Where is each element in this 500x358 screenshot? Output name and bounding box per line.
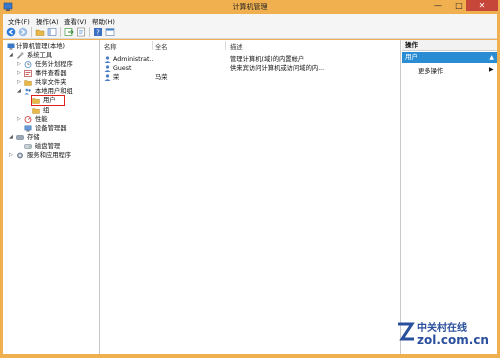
show-tree-icon[interactable] xyxy=(47,27,57,37)
title-bar[interactable]: 计算机管理 — □ ✕ xyxy=(0,0,500,14)
storage-icon xyxy=(16,135,24,140)
computer-management-window: 计算机管理 — □ ✕ 文件(F) 操作(A) 查看(V) 帮助(H) ? 计算… xyxy=(0,0,500,358)
column-divider[interactable] xyxy=(225,41,226,50)
user-row[interactable]: Guest 供来宾访问计算机或访问域的内... xyxy=(101,64,401,73)
clock-icon xyxy=(24,61,32,68)
groups-folder-icon xyxy=(32,108,40,114)
user-name: Guest xyxy=(113,65,132,72)
tree-label: 组 xyxy=(43,107,50,114)
actions-section-users[interactable]: 用户 ▲ xyxy=(402,52,497,63)
toolbar-separator xyxy=(89,27,90,37)
back-arrow-icon[interactable] xyxy=(6,27,16,37)
users-groups-icon xyxy=(24,88,31,95)
main-content: 计算机管理(本地) ◢ 系统工具 ▷ 任务计划程序 ▷ 事件查看器 ▷ 共享文件 xyxy=(3,40,497,354)
user-description: 供来宾访问计算机或访问域的内... xyxy=(230,65,325,72)
tree-label: 设备管理器 xyxy=(35,125,67,132)
user-fullname: 马荣 xyxy=(155,74,168,81)
console-icon[interactable] xyxy=(105,27,115,37)
more-actions-link[interactable]: 更多操作 xyxy=(418,66,443,75)
user-icon xyxy=(104,74,111,81)
tree-label: 任务计划程序 xyxy=(35,61,73,68)
computer-management-icon xyxy=(7,43,15,50)
actions-section-label: 用户 xyxy=(405,53,418,61)
collapse-arrow-icon[interactable]: ◢ xyxy=(9,51,15,60)
expand-arrow-icon[interactable]: ▷ xyxy=(17,60,23,69)
column-divider[interactable] xyxy=(152,41,153,50)
minimize-button[interactable]: — xyxy=(428,0,448,11)
collapse-arrow-icon[interactable]: ◢ xyxy=(9,133,15,142)
navigation-tree: 计算机管理(本地) ◢ 系统工具 ▷ 任务计划程序 ▷ 事件查看器 ▷ 共享文件 xyxy=(3,40,100,354)
tree-label: 系统工具 xyxy=(27,52,53,59)
selection-highlight xyxy=(31,95,65,106)
toolbar-separator xyxy=(31,27,32,37)
submenu-arrow-icon[interactable]: ▶ xyxy=(489,66,494,73)
expand-arrow-icon[interactable]: ▷ xyxy=(17,115,23,124)
tree-label: 服务和应用程序 xyxy=(27,152,72,159)
services-icon xyxy=(17,152,23,159)
forward-arrow-icon[interactable] xyxy=(18,27,28,37)
user-row[interactable]: 荣 马荣 xyxy=(101,73,401,82)
event-viewer-icon xyxy=(24,70,32,77)
window-title: 计算机管理 xyxy=(232,3,268,11)
menu-help[interactable]: 帮助(H) xyxy=(92,16,115,26)
shared-folder-icon xyxy=(24,80,32,86)
toolbar-separator xyxy=(60,27,61,37)
tree-label: 性能 xyxy=(35,116,48,123)
user-name: 荣 xyxy=(113,74,120,81)
device-manager-icon xyxy=(24,125,32,132)
menu-view[interactable]: 查看(V) xyxy=(64,16,87,26)
zol-logo-icon xyxy=(398,322,415,341)
disk-icon xyxy=(24,144,32,149)
svg-text:?: ? xyxy=(96,29,100,37)
performance-icon xyxy=(24,116,32,123)
export-icon[interactable] xyxy=(64,27,74,37)
watermark-line1: 中关村在线 xyxy=(417,323,467,334)
column-header-name[interactable]: 名称 xyxy=(104,42,117,51)
actions-header: 操作 xyxy=(402,40,497,51)
expand-arrow-icon[interactable]: ▷ xyxy=(17,69,23,78)
user-name: Administrat... xyxy=(113,56,153,63)
user-icon xyxy=(104,65,111,72)
close-button[interactable]: ✕ xyxy=(466,0,498,11)
user-list-pane: 名称 全名 描述 Administrat... 管理计算机(域)的内置帐户 Gu… xyxy=(101,40,401,354)
zol-watermark: 中关村在线 zol.com.cn xyxy=(394,318,498,356)
user-icon xyxy=(104,56,111,63)
tree-label: 事件查看器 xyxy=(35,70,67,77)
collapse-up-icon[interactable]: ▲ xyxy=(489,52,494,63)
toolbar: ? xyxy=(3,25,497,39)
help-icon[interactable]: ? xyxy=(93,27,103,37)
menu-action[interactable]: 操作(A) xyxy=(36,16,59,26)
menu-file[interactable]: 文件(F) xyxy=(8,16,30,26)
menu-bar: 文件(F) 操作(A) 查看(V) 帮助(H) xyxy=(3,14,497,26)
watermark-line2: zol.com.cn xyxy=(417,333,489,347)
tree-label: 计算机管理(本地) xyxy=(16,43,65,50)
expand-arrow-icon[interactable]: ▷ xyxy=(9,151,15,160)
properties-icon[interactable] xyxy=(76,27,86,37)
user-description: 管理计算机(域)的内置帐户 xyxy=(230,56,305,63)
tree-label: 存储 xyxy=(27,134,40,141)
tree-label: 共享文件夹 xyxy=(35,79,67,86)
actions-pane: 操作 用户 ▲ 更多操作 ▶ xyxy=(402,40,497,354)
folder-up-icon[interactable] xyxy=(35,27,45,37)
tree-label: 磁盘管理 xyxy=(35,143,61,150)
tools-icon xyxy=(17,52,24,59)
column-header-fullname[interactable]: 全名 xyxy=(155,42,168,51)
expand-arrow-icon[interactable]: ▷ xyxy=(17,78,23,87)
column-header-description[interactable]: 描述 xyxy=(230,42,243,51)
collapse-arrow-icon[interactable]: ◢ xyxy=(17,87,23,96)
user-row[interactable]: Administrat... 管理计算机(域)的内置帐户 xyxy=(101,55,401,64)
